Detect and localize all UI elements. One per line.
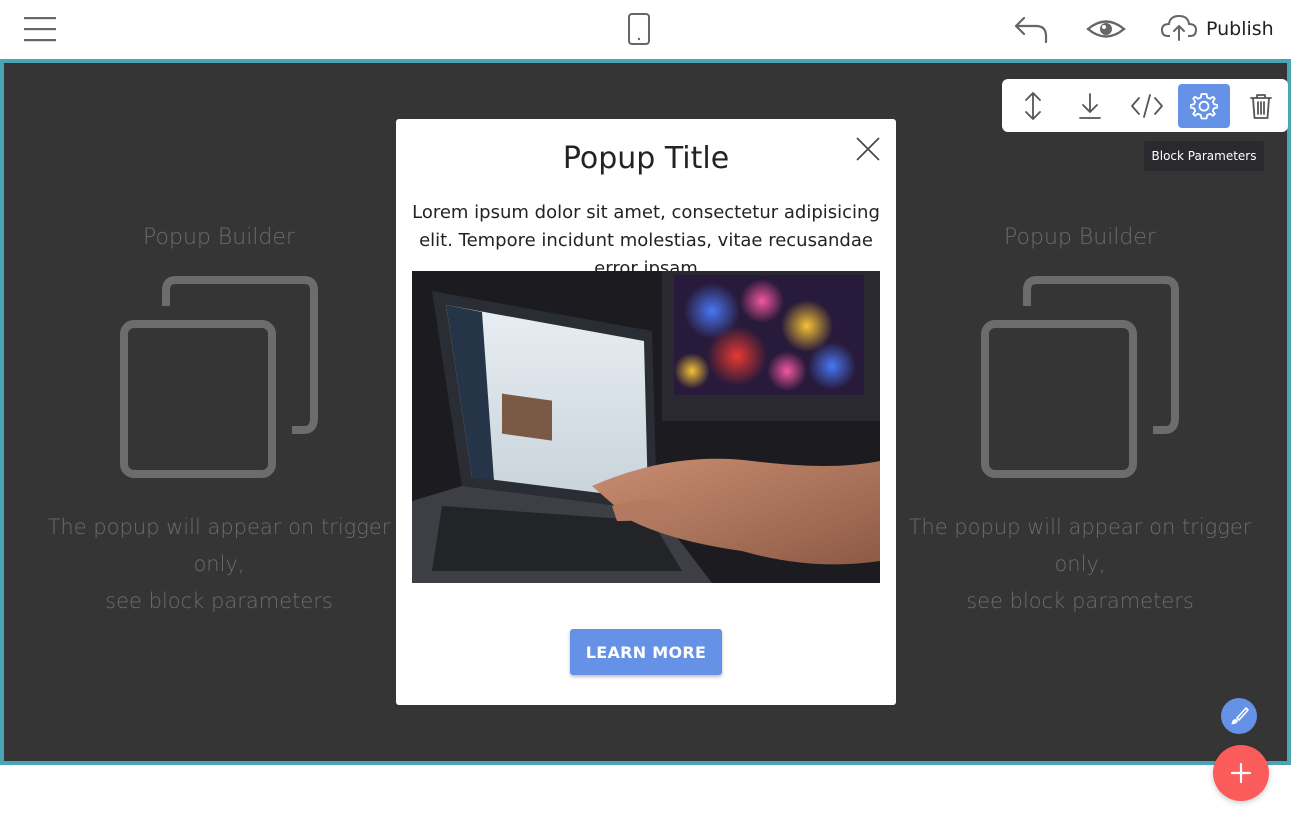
plus-icon[interactable] bbox=[1213, 745, 1269, 801]
learn-more-button[interactable]: LEARN MORE bbox=[570, 629, 722, 675]
brush-icon[interactable] bbox=[1221, 698, 1257, 734]
top-bar: Publish bbox=[0, 0, 1291, 59]
placeholder-line-1: The popup will appear on trigger only, bbox=[47, 515, 391, 576]
code-icon[interactable] bbox=[1121, 84, 1173, 128]
gear-icon[interactable] bbox=[1178, 84, 1230, 128]
copy-icon bbox=[981, 276, 1179, 478]
download-icon[interactable] bbox=[1064, 84, 1116, 128]
page-block-stage: Popup Builder The popup will appear on t… bbox=[0, 59, 1291, 765]
placeholder-title: Popup Builder bbox=[1004, 225, 1156, 250]
block-toolbar bbox=[1002, 79, 1288, 132]
publish-button[interactable]: Publish bbox=[1160, 10, 1274, 48]
publish-label: Publish bbox=[1206, 18, 1274, 40]
placeholder-text: The popup will appear on trigger only, s… bbox=[29, 509, 409, 620]
move-vertical-icon[interactable] bbox=[1007, 84, 1059, 128]
popup-dialog: Popup Title Lorem ipsum dolor sit amet, … bbox=[396, 119, 896, 705]
eye-icon[interactable] bbox=[1084, 12, 1128, 46]
cloud-upload-icon bbox=[1160, 12, 1198, 46]
tooltip-block-parameters: Block Parameters bbox=[1144, 141, 1264, 171]
placeholder-title: Popup Builder bbox=[143, 225, 295, 250]
undo-icon[interactable] bbox=[1012, 12, 1052, 46]
trash-icon[interactable] bbox=[1235, 84, 1287, 128]
placeholder-line-2: see block parameters bbox=[966, 589, 1194, 613]
placeholder-text: The popup will appear on trigger only, s… bbox=[890, 509, 1270, 620]
popup-title: Popup Title bbox=[562, 141, 730, 176]
popup-placeholder-left: Popup Builder The popup will appear on t… bbox=[29, 225, 409, 620]
mobile-device-icon[interactable] bbox=[626, 12, 652, 46]
popup-image bbox=[412, 271, 880, 583]
placeholder-line-2: see block parameters bbox=[105, 589, 333, 613]
hamburger-icon[interactable] bbox=[22, 14, 58, 44]
copy-icon bbox=[120, 276, 318, 478]
popup-placeholder-right: Popup Builder The popup will appear on t… bbox=[890, 225, 1270, 620]
placeholder-line-1: The popup will appear on trigger only, bbox=[908, 515, 1252, 576]
